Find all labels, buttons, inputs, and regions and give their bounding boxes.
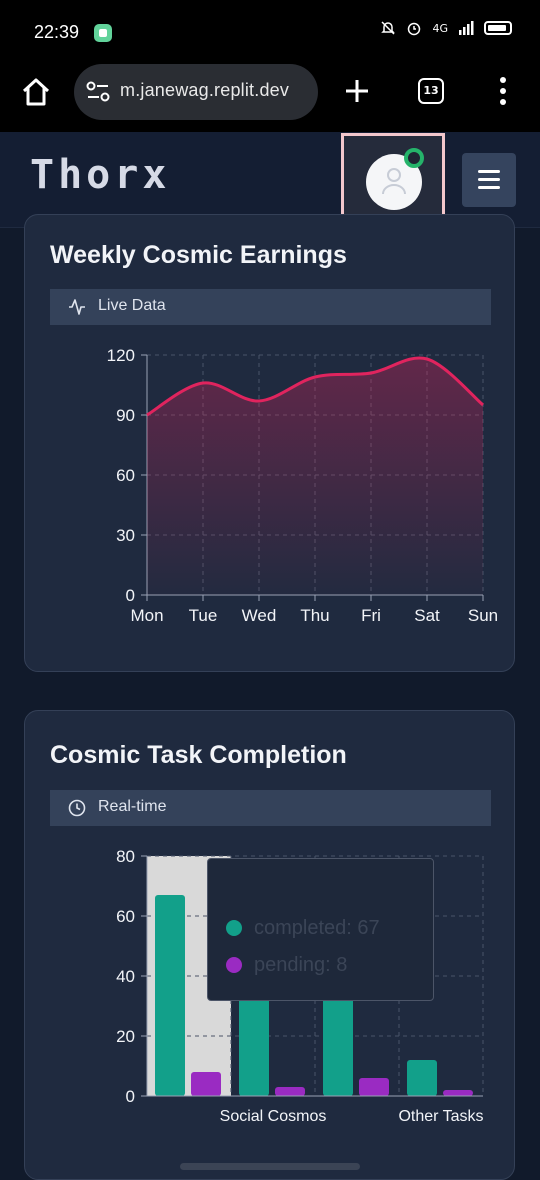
x-tick-label: Other Tasks [398,1108,483,1125]
x-tick-label: Mon [130,606,163,625]
status-icons: 4G [380,20,512,36]
pending-bar [359,1078,389,1096]
completed-bar [407,1060,437,1096]
new-tab-icon[interactable] [344,78,370,104]
y-tick-label: 90 [116,406,135,425]
y-tick-label: 20 [116,1027,135,1046]
x-tick-label: Fri [361,606,381,625]
home-icon[interactable] [20,76,52,108]
profile-button[interactable] [341,133,445,225]
network-type: 4G [432,21,448,35]
earnings-area [147,357,483,595]
pending-bar [443,1090,473,1096]
completed-bar [323,997,353,1096]
url-text: m.janewag.replit.dev [120,80,290,100]
status-time: 22:39 [34,22,80,42]
tooltip-pending: pending: 8 [226,954,347,977]
address-bar[interactable]: m.janewag.replit.dev [74,64,318,120]
x-tick-label: Sat [414,606,440,625]
earnings-area-chart: 0 30 60 90 120 Mon Tue Wed Thu Fri Sat Sun [107,346,499,625]
signal-icon [459,21,474,35]
y-tick-label: 0 [126,1087,135,1106]
status-bar: 22:39 4G [0,0,540,64]
user-icon [382,168,406,195]
x-tick-label: Social Cosmos [220,1108,327,1125]
site-settings-icon[interactable] [86,81,110,103]
logo[interactable]: Thorx [30,152,170,198]
y-tick-label: 40 [116,967,135,986]
pending-bar [275,1087,305,1096]
browser-toolbar: m.janewag.replit.dev 13 [0,64,540,132]
y-tick-label: 0 [126,586,135,605]
mute-bell-icon [381,21,396,35]
x-tick-label: Sun [468,606,498,625]
y-tick-label: 80 [116,847,135,866]
y-tick-label: 60 [116,907,135,926]
alarm-icon [408,22,421,36]
completed-bar [155,895,185,1096]
x-tick-label: Wed [242,606,277,625]
x-tick-label: Tue [189,606,218,625]
x-tick-label: Thu [300,606,329,625]
scrollbar[interactable] [180,1163,360,1170]
menu-icon-line [478,178,500,181]
online-status-indicator [404,148,424,168]
chart-tooltip: completed: 67 pending: 8 [207,858,434,1001]
completed-bar [239,997,269,1096]
pending-bar [191,1072,221,1096]
call-icon [94,24,112,42]
battery-icon [484,21,512,35]
tooltip-completed: completed: 67 [226,917,380,940]
y-tick-label: 60 [116,466,135,485]
y-tick-label: 30 [116,526,135,545]
hamburger-menu-button[interactable] [462,153,516,207]
menu-icon-line [478,170,500,173]
more-options-icon[interactable] [496,76,510,106]
tab-switcher-button[interactable]: 13 [418,78,444,104]
y-tick-label: 120 [107,346,135,365]
menu-icon-line [478,186,500,189]
